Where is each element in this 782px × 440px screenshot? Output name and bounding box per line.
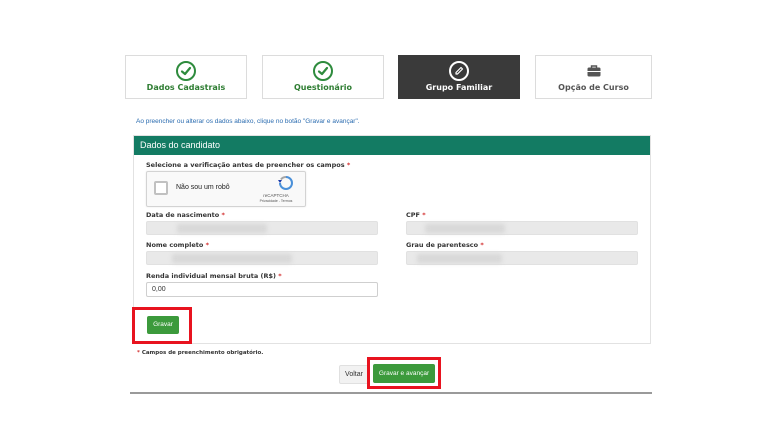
required-mark: * (480, 241, 484, 249)
step-dados-cadastrais[interactable]: Dados Cadastrais (125, 55, 247, 99)
candidate-card: Dados do candidato Selecione a verificaç… (132, 135, 651, 344)
redacted-value (172, 254, 292, 263)
step-questionario[interactable]: Questionário (262, 55, 384, 99)
recaptcha-brand: reCAPTCHA (263, 193, 289, 198)
income-input[interactable]: 0,00 (146, 282, 378, 297)
step-label: Dados Cadastrais (146, 83, 226, 92)
required-mark: * (422, 211, 426, 219)
briefcase-icon (586, 63, 602, 79)
back-button[interactable]: Voltar (339, 365, 369, 384)
step-opcao-de-curso[interactable]: Opção de Curso (535, 55, 652, 99)
income-label: Renda individual mensal bruta (R$) * (146, 272, 282, 280)
required-mark: * (278, 272, 282, 280)
check-circle-icon (176, 61, 196, 81)
step-label: Grupo Familiar (425, 83, 493, 92)
cpf-label-text: CPF (406, 211, 420, 219)
required-mark: * (346, 161, 351, 169)
recaptcha-checkbox[interactable] (154, 181, 168, 195)
step-label: Questionário (293, 83, 353, 92)
income-label-text: Renda individual mensal bruta (R$) (146, 272, 276, 280)
instruction-hint: Ao preencher ou alterar os dados abaixo,… (136, 118, 360, 125)
recaptcha-text: Não sou um robô (176, 184, 230, 191)
required-mark: * (221, 211, 225, 219)
full-name-field[interactable] (146, 251, 378, 265)
birth-date-label-text: Data de nascimento (146, 211, 220, 219)
birth-date-label: Data de nascimento * (146, 211, 225, 219)
step-grupo-familiar[interactable]: Grupo Familiar (398, 55, 520, 99)
redacted-value (177, 224, 267, 233)
required-mark: * (137, 350, 140, 356)
captcha-label: Selecione a verificação antes de preench… (146, 161, 350, 169)
full-name-label: Nome completo * (146, 241, 209, 249)
kinship-label-text: Grau de parentesco (406, 241, 479, 249)
birth-date-field[interactable] (146, 221, 378, 235)
full-name-label-text: Nome completo (146, 241, 204, 249)
recaptcha-widget[interactable]: Não sou um robô reCAPTCHA Privacidade - … (146, 171, 306, 207)
required-note: * Campos de preenchimento obrigatório. (137, 350, 263, 356)
captcha-label-text: Selecione a verificação antes de preench… (146, 161, 345, 169)
redacted-value (425, 224, 505, 233)
redacted-value (417, 254, 502, 263)
recaptcha-logo-icon (277, 176, 295, 190)
cpf-label: CPF * (406, 211, 426, 219)
pencil-circle-icon (449, 61, 469, 81)
cpf-field[interactable] (406, 221, 638, 235)
required-mark: * (205, 241, 209, 249)
card-title: Dados do candidato (134, 136, 650, 155)
step-label: Opção de Curso (558, 83, 629, 92)
progress-steps: Dados Cadastrais Questionário Grupo Fami… (125, 55, 652, 99)
kinship-field[interactable] (406, 251, 638, 265)
required-note-text: Campos de preenchimento obrigatório. (141, 350, 264, 356)
save-and-next-button[interactable]: Gravar e avançar (373, 364, 435, 383)
kinship-label: Grau de parentesco * (406, 241, 484, 249)
recaptcha-links[interactable]: Privacidade - Termos (253, 199, 299, 203)
save-button[interactable]: Gravar (147, 316, 179, 334)
check-circle-icon (313, 61, 333, 81)
footer-divider (130, 392, 652, 394)
